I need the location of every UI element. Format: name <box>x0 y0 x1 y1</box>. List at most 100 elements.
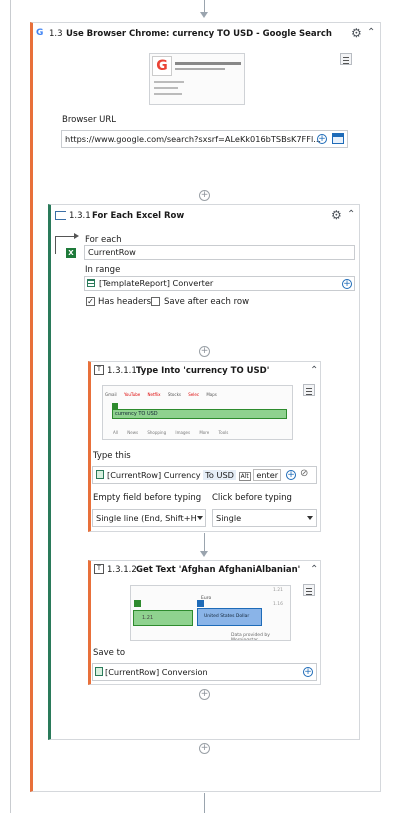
click-before-value: Single <box>216 513 242 523</box>
loop-arrow-icon <box>74 233 79 239</box>
in-range-value: [TemplateReport] Converter <box>99 278 214 288</box>
google-chrome-icon: G <box>36 28 44 38</box>
tab-label: Gmail <box>105 392 117 397</box>
footer-label: Data provided by Morningstar <box>231 633 270 641</box>
for-each-label: For each <box>85 235 122 245</box>
has-headers-checkbox[interactable]: ✓ <box>86 297 95 306</box>
tab-label: Selec <box>188 392 200 397</box>
add-variable-icon[interactable]: + <box>303 667 313 677</box>
thumb-text-line <box>154 93 182 95</box>
thumb-text-line <box>154 87 178 89</box>
highlighted-value-box: 1.21 <box>133 610 193 626</box>
search-text: currency TO USD <box>115 411 158 417</box>
type-this-label: Type this <box>93 451 131 461</box>
for-each-icon <box>55 211 66 220</box>
green-target-icon <box>134 600 141 607</box>
data-footer: Data provided by Morningstar <box>231 633 290 641</box>
in-range-field[interactable]: [TemplateReport] Converter <box>84 276 355 291</box>
browser-url-label: Browser URL <box>62 115 117 125</box>
key-enter-badge: enter <box>253 469 282 481</box>
link-label: Shopping <box>147 430 167 435</box>
save-to-field[interactable]: [CurrentRow] Conversion <box>92 663 317 681</box>
link-label: Images <box>175 430 191 435</box>
empty-field-select[interactable]: Single line (End, Shift+H <box>92 509 206 527</box>
save-to-label: Save to <box>93 648 126 658</box>
google-logo-icon: G <box>152 56 172 76</box>
type-this-value: [CurrentRow] Currency <box>107 470 201 480</box>
selected-currency-box: United States Dollar <box>197 608 262 626</box>
blue-target-icon <box>197 600 204 607</box>
dropdown-arrow-icon <box>307 516 313 520</box>
type-this-suffix: To USD <box>203 470 236 480</box>
type-into-icon: T <box>94 365 104 375</box>
collapse-chevron-icon[interactable]: ⌃ <box>367 28 375 38</box>
type-into-screenshot-thumbnail[interactable]: Gmail YouTube Netflix Stocks Selec Maps … <box>102 385 293 440</box>
collapse-chevron-icon[interactable]: ⌃ <box>347 210 355 220</box>
chart-tick-1: 1.21 <box>273 588 283 593</box>
add-activity-button[interactable]: + <box>199 689 210 700</box>
add-activity-button[interactable]: + <box>199 190 210 201</box>
add-activity-button[interactable]: + <box>199 346 210 357</box>
menu-icon[interactable] <box>303 384 315 396</box>
save-to-value: [CurrentRow] Conversion <box>105 667 208 677</box>
thumb-text-line <box>175 62 241 65</box>
has-headers-label: Has headers <box>98 297 152 307</box>
type-this-field[interactable]: [CurrentRow] Currency To USD Alt enter <box>92 466 317 484</box>
calendar-icon[interactable] <box>332 133 344 144</box>
browser-screenshot-thumbnail[interactable]: G <box>149 53 245 105</box>
flow-arrow-top <box>200 12 208 18</box>
column-icon <box>95 667 103 676</box>
menu-icon[interactable] <box>303 584 315 596</box>
excel-icon: X <box>66 248 76 258</box>
collapse-chevron-icon[interactable]: ⌃ <box>310 366 318 376</box>
save-after-each-row-checkbox[interactable] <box>151 297 160 306</box>
add-variable-icon[interactable]: + <box>342 279 352 289</box>
flow-connector-bottom <box>204 793 205 813</box>
link-label: All <box>113 430 118 435</box>
outer-gutter-line <box>10 0 11 813</box>
for-each-title[interactable]: For Each Excel Row <box>92 211 184 221</box>
empty-field-value: Single line (End, Shift+H <box>96 513 197 523</box>
flow-arrow <box>200 551 208 557</box>
type-into-number: 1.3.1.1 <box>107 366 137 376</box>
browser-url-field[interactable]: https://www.google.com/search?sxsrf=ALeK… <box>61 130 348 148</box>
tab-label: Netflix <box>147 392 161 397</box>
activity-number: 1.3 <box>49 29 63 39</box>
tick-label: 1.21 <box>273 588 284 593</box>
tab-strip: Gmail YouTube Netflix Stocks Selec Maps <box>105 392 290 398</box>
gear-icon[interactable]: ⚙ <box>351 27 362 39</box>
add-variable-icon[interactable]: + <box>286 470 296 480</box>
add-activity-button[interactable]: + <box>199 743 210 754</box>
gear-icon[interactable]: ⚙ <box>331 209 342 221</box>
tick-label: 1.16 <box>273 602 284 607</box>
link-label: More <box>199 430 210 435</box>
thumb-text-line <box>154 81 184 83</box>
highlighted-search-box: currency TO USD <box>112 409 287 419</box>
green-target-icon <box>112 403 118 409</box>
type-into-title[interactable]: Type Into 'currency TO USD' <box>136 366 269 376</box>
get-text-screenshot-thumbnail[interactable]: 1.21 Euro United States Dollar 1.21 1.16… <box>130 585 291 641</box>
key-alt-badge: Alt <box>238 472 251 481</box>
table-icon <box>87 279 95 287</box>
click-before-select[interactable]: Single <box>212 509 317 527</box>
add-variable-icon[interactable]: + <box>317 134 327 144</box>
currency-bottom-label: United States Dollar <box>204 614 250 619</box>
link-label: News <box>127 430 139 435</box>
hide-eye-icon[interactable]: ⊘ <box>300 469 308 479</box>
tab-label: Maps <box>206 392 217 397</box>
menu-icon[interactable] <box>340 53 352 65</box>
get-text-title[interactable]: Get Text 'Afghan AfghaniAlbanian' <box>136 565 300 575</box>
get-text-icon: T <box>94 564 104 574</box>
column-icon <box>96 470 104 479</box>
in-range-label: In range <box>85 265 121 275</box>
get-text-number: 1.3.1.2 <box>107 565 137 575</box>
activity-title[interactable]: Use Browser Chrome: currency TO USD - Go… <box>66 29 332 39</box>
flow-connector <box>204 533 205 553</box>
chart-tick-2: 1.16 <box>273 602 283 607</box>
collapse-chevron-icon[interactable]: ⌃ <box>310 565 318 575</box>
for-each-number: 1.3.1 <box>69 211 91 221</box>
for-each-variable-field[interactable]: CurrentRow <box>84 245 355 260</box>
value-text: 1.21 <box>142 615 154 621</box>
thumb-text-line <box>175 68 225 70</box>
save-after-label: Save after each row <box>164 297 250 307</box>
